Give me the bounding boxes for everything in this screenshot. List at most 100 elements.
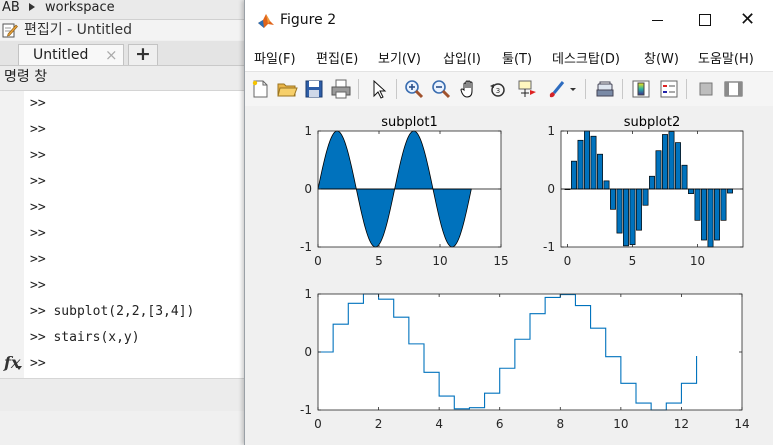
bar: [701, 188, 707, 241]
command-line: >> stairs(x,y): [30, 330, 140, 345]
path-arrow-icon: [29, 3, 35, 11]
x-tick-label: 0: [564, 254, 572, 268]
y-tick-label: -1: [543, 240, 555, 254]
print-icon[interactable]: [330, 78, 352, 100]
command-line: >>: [30, 96, 46, 111]
toolbar-separator: [358, 79, 359, 99]
menu-edit[interactable]: 편집(E): [316, 48, 358, 67]
brush-icon[interactable]: [545, 78, 567, 100]
command-window-title: 명령 창: [4, 69, 48, 85]
toolbar-separator: [585, 79, 586, 99]
bar: [590, 135, 597, 190]
x-tick-label: 5: [629, 254, 637, 268]
axes-2: 0 5 10 -1 0 1 subplot2: [543, 115, 744, 268]
figure-title-bar: Figure 2 ✕: [245, 0, 773, 41]
link-plot-icon[interactable]: [594, 78, 616, 100]
figure-menu-bar: 파일(F) 편집(E) 보기(V) 삽입(I) 툴(T) 데스크탑(D) 창(W…: [245, 41, 773, 71]
x-tick-label: 14: [734, 417, 749, 431]
command-window[interactable]: >> >> >> >> >> >> >> >> >> subplot(2,2,[…: [0, 91, 250, 378]
svg-text:3: 3: [496, 87, 500, 95]
axes-3: 0 2 4 6 8 10 12 14-101: [300, 287, 750, 431]
close-button[interactable]: ✕: [728, 0, 773, 41]
command-line: >>: [30, 148, 46, 163]
figure-title: Figure 2: [280, 12, 337, 28]
y-tick-label: 0: [304, 345, 312, 359]
bar: [694, 188, 701, 221]
command-line: >>: [30, 226, 46, 241]
menu-file[interactable]: 파일(F): [254, 48, 296, 67]
editor-tab-bar: Untitled × +: [0, 41, 250, 66]
rotate-3d-icon[interactable]: 3: [487, 78, 509, 100]
bar: [597, 153, 603, 190]
bar: [681, 164, 688, 190]
open-file-icon[interactable]: [276, 78, 298, 100]
function-browser-dropdown-icon[interactable]: [16, 366, 22, 370]
address-path[interactable]: workspace: [45, 0, 115, 15]
menu-view[interactable]: 보기(V): [378, 48, 421, 67]
subplot-title: subplot1: [381, 115, 437, 130]
bar: [649, 175, 655, 190]
new-tab-button[interactable]: +: [128, 44, 158, 65]
address-bar[interactable]: AB workspace: [0, 0, 250, 20]
legend-icon[interactable]: [658, 78, 680, 100]
close-icon: ✕: [740, 9, 756, 30]
command-line: >>: [30, 278, 46, 293]
editor-title-bar: 편집기 - Untitled: [0, 20, 250, 40]
brush-dropdown-icon[interactable]: [567, 78, 579, 100]
x-tick-label: 2: [375, 417, 383, 431]
menu-help[interactable]: 도움말(H): [698, 48, 754, 67]
x-tick-label: 8: [556, 417, 564, 431]
status-bar: [0, 378, 250, 411]
bar: [714, 188, 720, 241]
bar: [584, 130, 590, 190]
new-figure-icon[interactable]: [249, 78, 271, 100]
bar: [662, 134, 668, 190]
menu-desktop[interactable]: 데스크탑(D): [552, 48, 620, 67]
zoom-out-icon[interactable]: [430, 78, 452, 100]
save-icon[interactable]: [303, 78, 325, 100]
tab-close-icon[interactable]: ×: [105, 46, 118, 64]
y-tick-label: 0: [547, 182, 555, 196]
minimize-button[interactable]: [637, 0, 683, 41]
bar: [688, 188, 694, 194]
bar: [610, 188, 616, 210]
x-tick-label: 10: [432, 254, 447, 268]
command-window-header: 명령 창: [0, 66, 250, 91]
bar: [675, 142, 681, 190]
maximize-button[interactable]: [683, 0, 729, 41]
pan-hand-icon[interactable]: [458, 78, 480, 100]
y-tick-label: -1: [300, 403, 312, 417]
matlab-logo-icon: [258, 14, 274, 28]
axes-background: [318, 294, 742, 410]
command-gutter: [0, 91, 24, 378]
colorbar-icon[interactable]: [630, 78, 652, 100]
y-tick-label: -1: [300, 240, 312, 254]
data-cursor-icon[interactable]: [516, 78, 538, 100]
x-tick-label: 6: [496, 417, 504, 431]
command-line: >>: [30, 200, 46, 215]
bar: [707, 188, 714, 248]
toolbar-separator: [396, 79, 397, 99]
pointer-icon[interactable]: [368, 78, 390, 100]
address-prefix: AB: [2, 0, 20, 15]
show-plot-tools-icon[interactable]: [722, 78, 744, 100]
x-tick-label: 0: [314, 254, 322, 268]
x-tick-label: 10: [613, 417, 628, 431]
bar: [668, 131, 675, 190]
x-tick-label: 12: [674, 417, 689, 431]
menu-window[interactable]: 창(W): [644, 48, 679, 67]
menu-insert[interactable]: 삽입(I): [443, 48, 481, 67]
zoom-in-icon[interactable]: [403, 78, 425, 100]
hide-plot-tools-icon[interactable]: [695, 78, 717, 100]
tab-untitled[interactable]: Untitled ×: [18, 44, 124, 65]
figure-canvas[interactable]: 0 5 10 15-101subplot10 5 10-101subplot20 2 4 6 8 1…: [245, 106, 773, 445]
matlab-window: AB workspace 편집기 - Untitled Untitled × +…: [0, 0, 250, 445]
y-tick-label: 0: [304, 182, 312, 196]
bar: [655, 150, 662, 190]
command-prompt[interactable]: >>: [30, 356, 46, 371]
command-line: >> subplot(2,2,[3,4]): [30, 304, 195, 319]
menu-tools[interactable]: 툴(T): [502, 48, 532, 67]
command-line: >>: [30, 252, 46, 267]
x-tick-label: 4: [435, 417, 443, 431]
editor-icon: [2, 23, 18, 38]
